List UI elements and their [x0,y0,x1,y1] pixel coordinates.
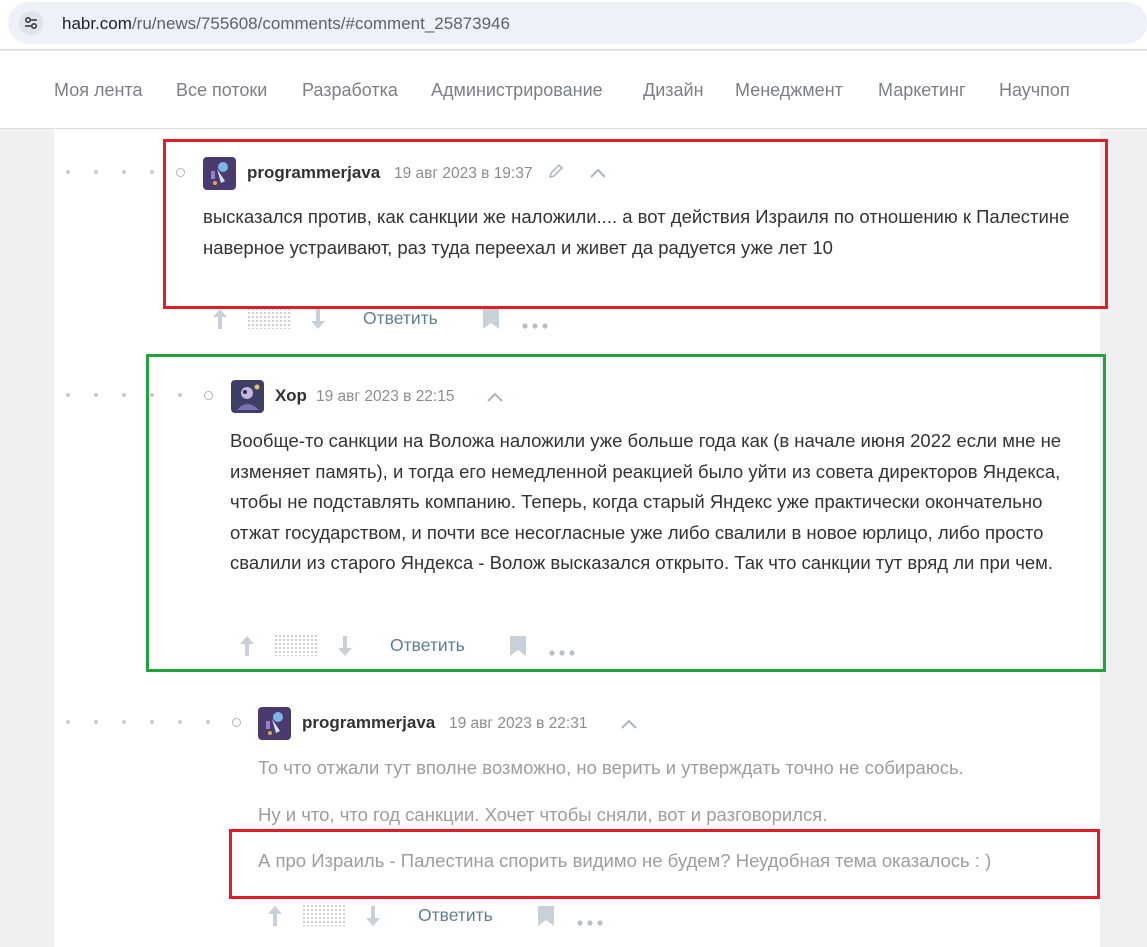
comment-body: высказался против, как санкции же наложи… [203,206,1070,258]
more-options-icon[interactable] [549,643,577,661]
avatar[interactable] [231,380,264,413]
more-options-icon[interactable] [577,913,605,931]
rating-score-hidden [302,904,346,926]
comment-body: Вообще-то санкции на Воложа наложили уже… [230,430,1062,573]
bookmark-icon[interactable] [537,905,555,932]
avatar[interactable] [258,707,291,740]
comment-author[interactable]: Хор [275,386,307,406]
bookmark-icon[interactable] [482,308,500,335]
url-host: habr.com [62,14,132,33]
collapse-chevron-up-icon[interactable] [589,166,607,184]
rating-score-hidden [274,634,318,656]
vote-down-arrow-icon[interactable] [363,904,383,933]
thread-depth-indicator [66,168,190,177]
browser-toolbar: habr.com/ru/news/755608/comments/#commen… [0,0,1147,50]
pencil-icon [547,162,565,185]
nav-item-design[interactable]: Дизайн [643,80,704,101]
comment-time[interactable]: 19 авг 2023 в 19:37 [394,165,532,183]
vote-down-arrow-icon[interactable] [335,634,355,663]
tune-icon[interactable] [18,10,44,36]
reply-button[interactable]: Ответить [390,635,465,656]
collapse-chevron-up-icon[interactable] [486,390,504,408]
avatar[interactable] [203,157,236,190]
nav-item-popsci[interactable]: Научпоп [999,80,1070,101]
rating-score-hidden [247,307,291,329]
nav-item-my-feed[interactable]: Моя лента [54,80,142,101]
comment-author[interactable]: programmerjava [247,163,380,183]
collapse-chevron-up-icon[interactable] [620,717,638,735]
vote-down-arrow-icon[interactable] [308,307,328,336]
address-bar[interactable]: habr.com/ru/news/755608/comments/#commen… [8,2,1147,44]
more-options-icon[interactable] [522,316,550,334]
vote-up-arrow-icon[interactable] [210,307,230,336]
comment-paragraph: А про Израиль - Палестина спорить видимо… [258,850,992,871]
comment-paragraph: То что отжали тут вполне возможно, но ве… [258,757,964,778]
nav-item-development[interactable]: Разработка [302,80,398,101]
nav-item-marketing[interactable]: Маркетинг [878,80,966,101]
bookmark-icon[interactable] [509,635,527,662]
comment-author[interactable]: programmerjava [302,713,435,733]
comment-time[interactable]: 19 авг 2023 в 22:31 [449,715,587,733]
vote-up-arrow-icon[interactable] [237,634,257,663]
thread-depth-indicator [66,718,246,727]
thread-depth-indicator [66,391,218,400]
url-path: /ru/news/755608/comments/#comment_258739… [131,14,510,33]
comment-paragraph: Ну и что, что год санкции. Хочет чтобы с… [258,804,828,825]
reply-button[interactable]: Ответить [363,308,438,329]
vote-up-arrow-icon[interactable] [265,904,285,933]
reply-button[interactable]: Ответить [418,905,493,926]
nav-item-administration[interactable]: Администрирование [431,80,603,101]
hub-navigation: Моя лента Все потоки Разработка Админист… [0,51,1147,129]
nav-item-all-streams[interactable]: Все потоки [176,80,267,101]
url-text[interactable]: habr.com/ru/news/755608/comments/#commen… [62,14,510,34]
comment-time[interactable]: 19 авг 2023 в 22:15 [316,388,454,406]
nav-item-management[interactable]: Менеджмент [735,80,843,101]
